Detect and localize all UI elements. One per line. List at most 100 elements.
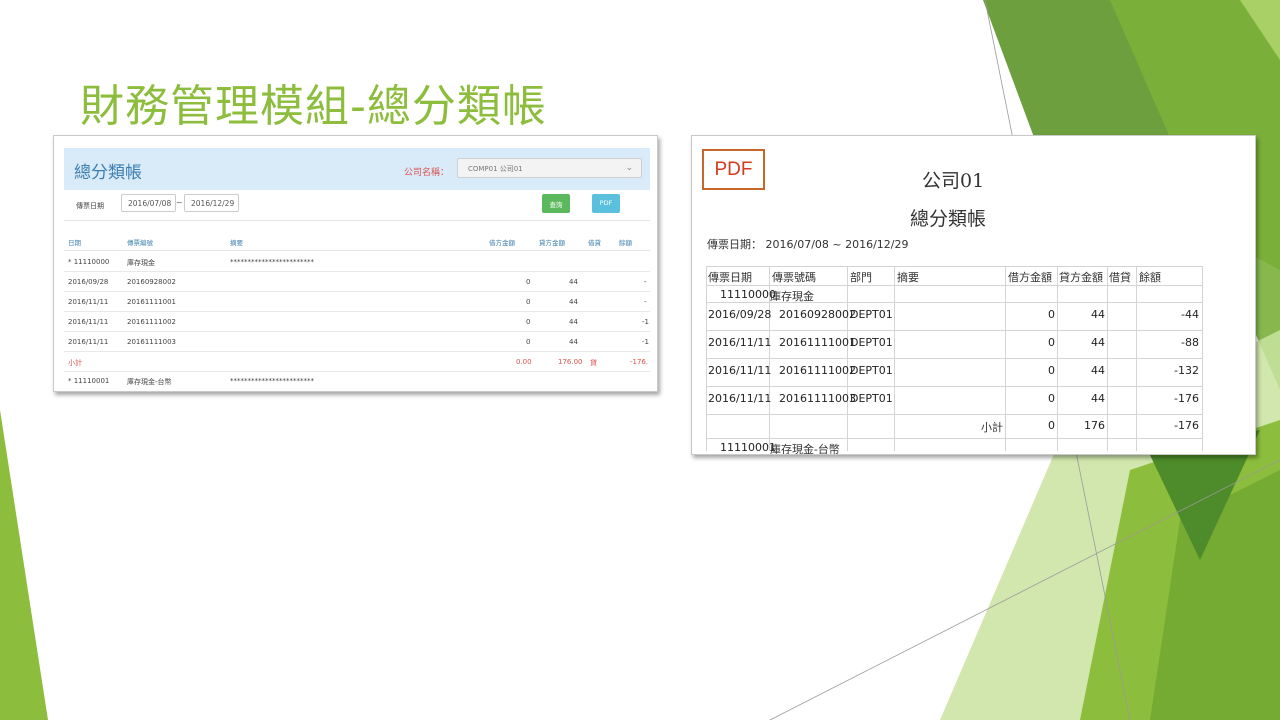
pdf-cell-debit: 0	[1048, 364, 1055, 377]
cell-date: 2016/11/11	[68, 298, 109, 306]
pdf-cell-credit: 44	[1091, 308, 1105, 321]
company-label: 公司名稱：	[404, 168, 450, 178]
pdf-next-account-code: 11110001	[720, 441, 776, 454]
cell-date: 2016/11/11	[68, 338, 109, 346]
cell-balance: -	[644, 278, 647, 286]
column-header-summary: 摘要	[230, 239, 243, 247]
pdf-subtotal-debit: 0	[1048, 419, 1055, 432]
account-summary: ************************	[230, 377, 314, 385]
table-row: 2016/11/11 20161111003 0 44 -1	[64, 332, 650, 352]
pdf-cell-dept: DEPT01	[850, 364, 893, 377]
pdf-cell-credit: 44	[1091, 364, 1105, 377]
cell-credit: 44	[569, 338, 578, 346]
subtotal-debit: 0.00	[516, 358, 532, 366]
cell-credit: 44	[569, 278, 578, 286]
pdf-cell-voucher: 20160928002	[779, 308, 856, 321]
pdf-column-dept: 部門	[850, 271, 872, 284]
divider	[64, 250, 650, 251]
cell-debit: 0	[526, 318, 531, 326]
pdf-column-summary: 摘要	[897, 271, 919, 284]
subtotal-row: 小計 0.00 176.00 貸 -176.	[64, 352, 650, 372]
pdf-company-name: 公司01	[922, 170, 985, 192]
cell-voucher: 20161111003	[127, 338, 176, 346]
pdf-cell-date: 2016/11/11	[708, 392, 772, 405]
pdf-column-balance: 餘額	[1139, 271, 1161, 284]
pdf-column-dc: 借貸	[1109, 271, 1131, 284]
column-header-credit: 貸方金額	[539, 239, 565, 247]
date-from-input[interactable]: 2016/07/08	[121, 194, 176, 212]
cell-date: 2016/11/11	[68, 318, 109, 326]
pdf-cell-credit: 44	[1091, 392, 1105, 405]
account-name: 庫存現金-台幣	[127, 378, 172, 386]
table-row: 2016/11/11 20161111002 0 44 -1	[64, 312, 650, 332]
pdf-cell-balance: -176	[1174, 392, 1199, 405]
pdf-cell-debit: 0	[1048, 336, 1055, 349]
column-header-voucher: 傳票編號	[127, 239, 153, 247]
pdf-cell-balance: -88	[1181, 336, 1199, 349]
column-header-date: 日期	[68, 239, 81, 247]
cell-balance: -1	[642, 318, 649, 326]
cell-date: 2016/09/28	[68, 278, 109, 286]
pdf-subtotal-balance: -176	[1174, 419, 1199, 432]
column-header-debit: 借方金額	[489, 239, 515, 247]
cell-balance: -	[644, 298, 647, 306]
pdf-cell-debit: 0	[1048, 308, 1055, 321]
pdf-cell-date: 2016/11/11	[708, 364, 772, 377]
pdf-subtotal-label: 小計	[981, 421, 1003, 434]
pdf-cell-voucher: 20161111003	[779, 392, 856, 405]
cell-voucher: 20161111002	[127, 318, 176, 326]
pdf-cell-date: 2016/11/11	[708, 336, 772, 349]
account-row: * 11110001 庫存現金-台幣 *********************…	[64, 372, 650, 391]
table-row: 2016/09/28 20160928002 0 44 -	[64, 272, 650, 292]
column-header-dc: 借貸	[588, 239, 601, 247]
pdf-column-voucher: 傳票號碼	[772, 271, 816, 284]
pdf-column-debit: 借方金額	[1008, 271, 1052, 284]
cell-credit: 44	[569, 318, 578, 326]
pdf-badge: PDF	[702, 149, 765, 190]
cell-voucher: 20160928002	[127, 278, 176, 286]
pdf-cell-dept: DEPT01	[850, 308, 893, 321]
subtotal-dc: 貸	[590, 359, 597, 367]
pdf-ledger-screenshot: PDF 公司01 總分類帳 傳票日期： 2016/07/08 ~ 2016/12…	[691, 135, 1256, 455]
pdf-cell-voucher: 20161111001	[779, 336, 856, 349]
account-summary: ************************	[230, 258, 314, 266]
pdf-cell-dept: DEPT01	[850, 392, 893, 405]
company-select-value: COMP01 公司01	[468, 165, 523, 173]
subtotal-credit: 176.00	[558, 358, 583, 366]
company-select[interactable]: COMP01 公司01 ⌄	[457, 158, 642, 178]
table-row: 2016/11/11 20161111001 0 44 -	[64, 292, 650, 312]
pdf-cell-balance: -132	[1174, 364, 1199, 377]
subtotal-balance: -176.	[630, 358, 649, 366]
pdf-cell-voucher: 20161111002	[779, 364, 856, 377]
account-code: * 11110000	[68, 258, 110, 266]
account-code: * 11110001	[68, 377, 110, 385]
web-ledger-screenshot: 總分類帳 公司名稱： COMP01 公司01 ⌄ 傳票日期 2016/07/08…	[53, 135, 658, 392]
pdf-account-code: 11110000	[720, 288, 776, 301]
date-to-input[interactable]: 2016/12/29	[184, 194, 239, 212]
ledger-header-bar: 總分類帳 公司名稱： COMP01 公司01 ⌄	[64, 148, 650, 190]
pdf-cell-date: 2016/09/28	[708, 308, 772, 321]
cell-credit: 44	[569, 298, 578, 306]
pdf-date-range: 傳票日期： 2016/07/08 ~ 2016/12/29	[707, 238, 909, 251]
pdf-cell-credit: 44	[1091, 336, 1105, 349]
cell-debit: 0	[526, 298, 531, 306]
pdf-subtotal-credit: 176	[1084, 419, 1105, 432]
pdf-column-date: 傳票日期	[708, 271, 752, 284]
cell-voucher: 20161111001	[127, 298, 176, 306]
slide-title: 財務管理模組-總分類帳	[80, 81, 547, 132]
query-button[interactable]: 查詢	[542, 194, 570, 213]
pdf-next-account-name: 庫存現金-台幣	[770, 443, 840, 455]
pdf-cell-dept: DEPT01	[850, 336, 893, 349]
pdf-cell-debit: 0	[1048, 392, 1055, 405]
pdf-button[interactable]: PDF	[592, 194, 620, 213]
chevron-down-icon: ⌄	[625, 163, 633, 173]
date-label: 傳票日期	[76, 202, 104, 210]
subtotal-label: 小計	[68, 359, 82, 367]
date-range-separator: ~	[176, 198, 183, 207]
pdf-report-title: 總分類帳	[910, 208, 987, 230]
account-row: * 11110000 庫存現金 ************************	[64, 252, 650, 272]
cell-debit: 0	[526, 338, 531, 346]
ledger-title: 總分類帳	[74, 163, 142, 183]
account-name: 庫存現金	[127, 259, 155, 267]
column-header-balance: 餘額	[619, 239, 632, 247]
